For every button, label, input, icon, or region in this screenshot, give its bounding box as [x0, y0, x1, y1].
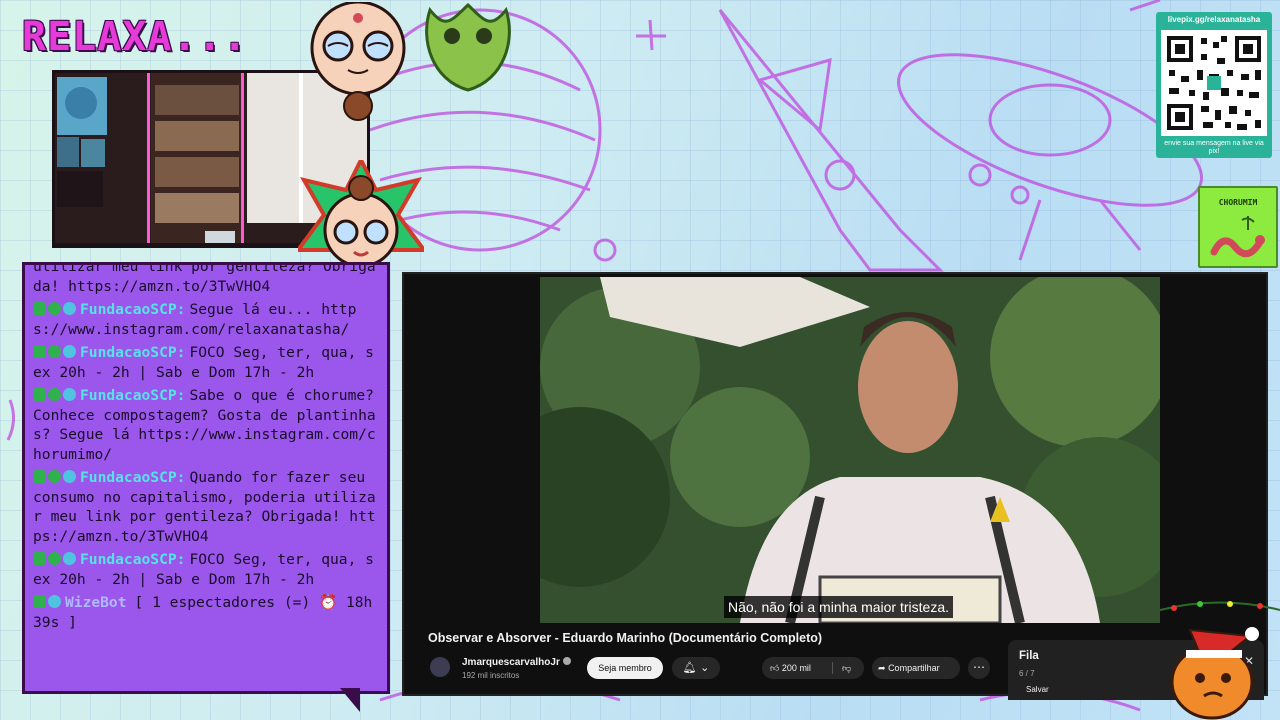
- robot-badge-icon: [63, 345, 76, 358]
- broadcaster-badge-icon: [33, 595, 46, 608]
- chat-panel[interactable]: utilizar meu link por gentileza? Obrigad…: [22, 262, 390, 694]
- share-label: Compartilhar: [888, 663, 940, 673]
- sticker-face-icon: [310, 2, 406, 121]
- robot-badge-icon: [63, 388, 76, 401]
- robot-badge-icon: [63, 552, 76, 565]
- worm-icon: [1210, 216, 1265, 258]
- alien-badge-icon: [48, 302, 61, 315]
- video-subtitle: Não, não foi a minha maior tristeza.: [724, 596, 953, 618]
- chat-username[interactable]: FundacaoSCP:: [80, 387, 185, 404]
- qr-url: livepix.gg/relaxanatasha: [1167, 15, 1261, 24]
- chat-username[interactable]: FundacaoSCP:: [80, 551, 185, 568]
- chat-message: FundacaoSCP: FOCO Seg, ter, qua, sex 20h …: [33, 550, 379, 589]
- qr-code-icon: [1161, 30, 1267, 136]
- bell-icon: 🔔︎: [682, 661, 697, 674]
- channel-name-text: JmarquescarvalhoJr: [462, 657, 560, 668]
- verified-icon: [562, 657, 571, 665]
- video-title[interactable]: Observar e Absorver - Eduardo Marinho (D…: [428, 631, 822, 645]
- alien-badge-icon: [48, 345, 61, 358]
- divider: [832, 662, 833, 674]
- broadcaster-badge-icon: [33, 345, 46, 358]
- alien-badge-icon: [48, 388, 61, 401]
- more-options-button[interactable]: ⋯: [968, 657, 990, 679]
- channel-name[interactable]: JmarquescarvalhoJr: [462, 657, 571, 668]
- bot-username[interactable]: WizeBot: [65, 594, 127, 611]
- thumbs-down-icon: 👎︎: [842, 663, 852, 673]
- like-dislike-group: 👍︎ 200 mil 👎︎: [762, 657, 864, 679]
- thumbs-up-icon: 👍︎: [770, 663, 780, 673]
- chat-username[interactable]: FundacaoSCP:: [80, 344, 185, 361]
- like-button[interactable]: 👍︎ 200 mil: [770, 657, 811, 679]
- save-button[interactable]: Salvar: [1026, 685, 1049, 694]
- chat-username[interactable]: FundacaoSCP:: [80, 301, 185, 318]
- robot-badge-icon: [48, 595, 61, 608]
- queue-title: Fila: [1019, 650, 1039, 662]
- channel-avatar[interactable]: [430, 657, 450, 677]
- overlay-title: RELAXA...: [22, 14, 248, 60]
- queue-count: 6 / 7: [1019, 669, 1035, 678]
- chevron-down-icon: ⌄: [700, 661, 710, 674]
- qr-caption: envie sua mensagem na live via pix!: [1164, 140, 1264, 155]
- broadcaster-badge-icon: [33, 388, 46, 401]
- sponsor-label: CHORUMIM: [1218, 198, 1258, 207]
- video-frame[interactable]: [540, 277, 1160, 623]
- chat-message: FundacaoSCP: Sabe o que é chorume? Conhec…: [33, 386, 379, 464]
- sponsor-badge: CHORUMIM: [1198, 186, 1278, 268]
- pix-qr-panel: livepix.gg/relaxanatasha envie sua mensa…: [1156, 12, 1272, 158]
- channel-subscribers: 192 mil inscritos: [462, 671, 520, 680]
- alien-badge-icon: [48, 552, 61, 565]
- broadcaster-badge-icon: [33, 302, 46, 315]
- sticker-plant-icon: [425, 2, 511, 92]
- dislike-button[interactable]: 👎︎: [842, 657, 851, 679]
- chat-message: FundacaoSCP: Segue lá eu... https://www.i…: [33, 300, 379, 339]
- christmas-cat-icon: [1160, 601, 1280, 720]
- share-icon: ➦: [878, 663, 886, 673]
- robot-badge-icon: [63, 470, 76, 483]
- like-count: 200 mil: [781, 663, 811, 673]
- broadcaster-badge-icon: [33, 470, 46, 483]
- chat-message-text: utilizar meu link por gentileza? Obrigad…: [33, 262, 376, 295]
- broadcaster-badge-icon: [33, 552, 46, 565]
- share-button[interactable]: ➦ Compartilhar: [872, 657, 960, 679]
- robot-badge-icon: [63, 302, 76, 315]
- chat-bubble-tail: [340, 688, 360, 712]
- chat-message: FundacaoSCP: FOCO Seg, ter, qua, sex 20h …: [33, 343, 379, 382]
- notification-bell-button[interactable]: 🔔︎ ⌄: [672, 657, 720, 679]
- chat-username[interactable]: FundacaoSCP:: [80, 469, 185, 486]
- chat-message: FundacaoSCP: Quando for fazer seu consumo…: [33, 468, 379, 546]
- chat-message: utilizar meu link por gentileza? Obrigad…: [33, 262, 379, 296]
- chat-bot-message: WizeBot[ 1 espectadores (=) ⏰ 18h 39s ]: [33, 593, 379, 632]
- alien-badge-icon: [48, 470, 61, 483]
- more-icon: ⋯: [973, 660, 985, 674]
- join-button[interactable]: Seja membro: [587, 657, 663, 679]
